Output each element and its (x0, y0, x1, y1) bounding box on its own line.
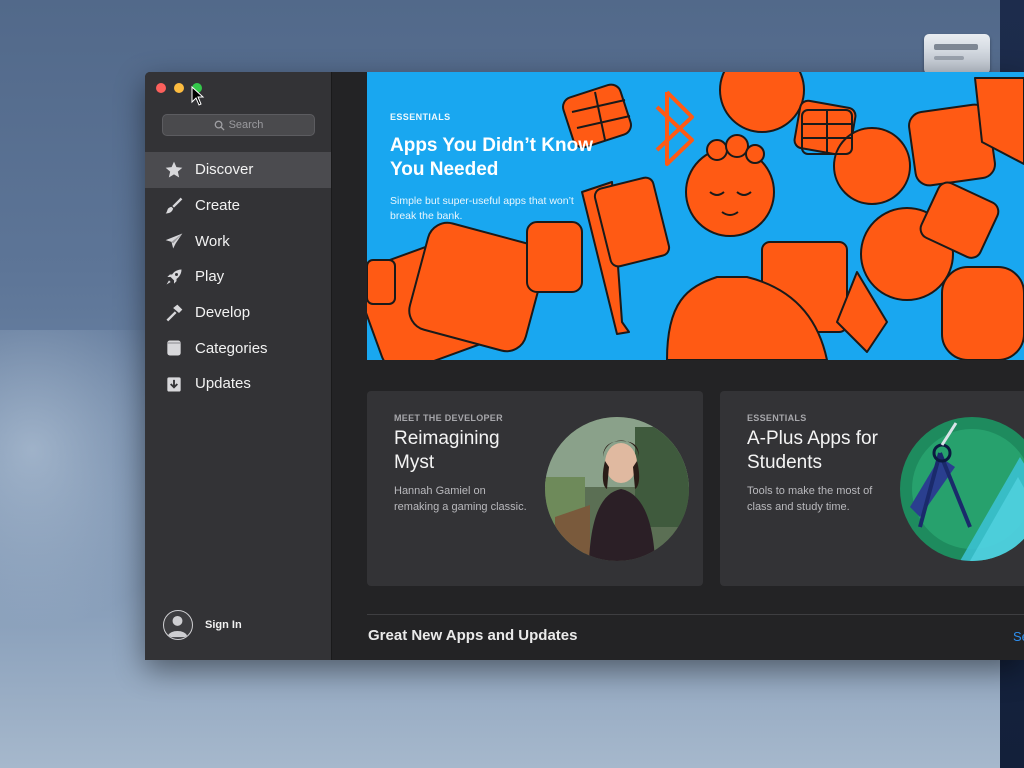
sidebar-item-label: Discover (195, 161, 254, 179)
card-eyebrow: MEET THE DEVELOPER (394, 413, 503, 423)
sidebar-item-create[interactable]: Create (145, 188, 331, 224)
hammer-icon (163, 302, 185, 324)
sign-in-button[interactable]: Sign In (163, 610, 242, 640)
app-store-window: Search Discover Create Work Play Develop… (145, 72, 1024, 660)
hard-drive-icon[interactable] (924, 34, 990, 74)
main-content: ESSENTIALS Apps You Didn’t Know You Need… (332, 72, 1024, 660)
close-window-button[interactable] (156, 83, 166, 93)
sidebar-item-label: Create (195, 197, 241, 215)
story-card-students[interactable]: ESSENTIALS A-Plus Apps for Students Tool… (720, 391, 1024, 586)
sidebar-item-play[interactable]: Play (145, 259, 331, 295)
card-subtitle: Hannah Gamiel on remaking a gaming class… (394, 485, 527, 513)
sidebar-item-updates[interactable]: Updates (145, 366, 331, 402)
developer-portrait-image (545, 417, 689, 561)
sidebar-nav: Discover Create Work Play Develop Catego… (145, 152, 331, 402)
see-all-link[interactable]: Se (1013, 629, 1024, 644)
students-illustration-image (900, 417, 1024, 561)
hero-title: Apps You Didn’t Know You Needed (390, 135, 593, 180)
story-card-meet-developer[interactable]: MEET THE DEVELOPER Reimagining Myst Hann… (367, 391, 703, 586)
avatar (163, 610, 193, 640)
hero-subtitle: Simple but super-useful apps that won’t … (390, 195, 574, 222)
sidebar-item-label: Updates (195, 375, 251, 393)
rocket-icon (163, 266, 185, 288)
sidebar-item-label: Categories (195, 339, 268, 357)
sidebar-item-work[interactable]: Work (145, 223, 331, 259)
sidebar-item-label: Play (195, 268, 225, 286)
search-placeholder: Search (228, 119, 264, 131)
sidebar-item-label: Develop (195, 304, 251, 322)
minimize-window-button[interactable] (174, 83, 184, 93)
download-icon (163, 373, 185, 395)
hero-eyebrow: ESSENTIALS (390, 112, 451, 122)
star-icon (163, 159, 185, 181)
section-divider (367, 614, 1024, 615)
categories-icon (163, 337, 185, 359)
mouse-cursor-icon (191, 86, 205, 106)
card-subtitle: Tools to make the most of class and stud… (747, 485, 873, 513)
card-title: Reimagining Myst (394, 428, 500, 473)
hero-text-block: ESSENTIALS Apps You Didn’t Know You Need… (390, 112, 610, 224)
sidebar: Search Discover Create Work Play Develop… (145, 72, 332, 660)
search-icon (214, 120, 225, 131)
sidebar-item-categories[interactable]: Categories (145, 330, 331, 366)
search-field[interactable]: Search (162, 114, 315, 136)
section-title: Great New Apps and Updates (368, 627, 578, 644)
sign-in-label: Sign In (205, 619, 242, 631)
card-eyebrow: ESSENTIALS (747, 413, 807, 423)
card-title: A-Plus Apps for Students (747, 428, 878, 473)
brush-icon (163, 195, 185, 217)
paper-plane-icon (163, 230, 185, 252)
featured-hero-banner[interactable]: ESSENTIALS Apps You Didn’t Know You Need… (367, 72, 1024, 360)
sidebar-item-label: Work (195, 232, 230, 250)
sidebar-item-discover[interactable]: Discover (145, 152, 331, 188)
sidebar-item-develop[interactable]: Develop (145, 295, 331, 331)
